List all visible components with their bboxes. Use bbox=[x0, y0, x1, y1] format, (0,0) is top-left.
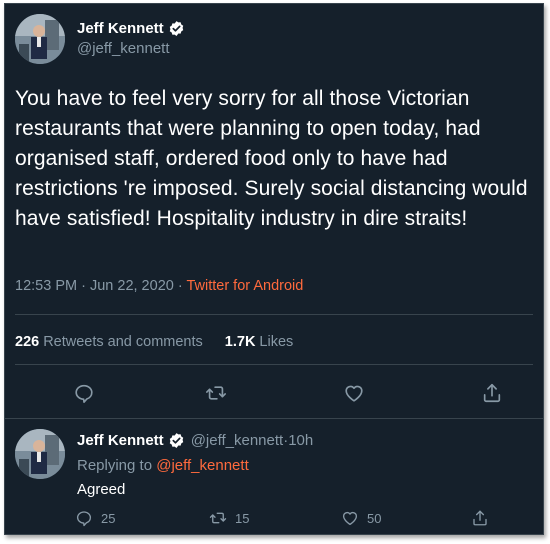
divider bbox=[5, 418, 543, 419]
name-block: Jeff Kennett @jeff_kennett bbox=[77, 20, 185, 57]
reply-handle[interactable]: @jeff_kennett bbox=[191, 432, 284, 449]
meta-separator: · bbox=[173, 278, 187, 294]
verified-badge-icon bbox=[168, 432, 185, 449]
comment-icon bbox=[76, 511, 92, 527]
reply-retweet-button[interactable]: 15 bbox=[209, 509, 249, 527]
tweet-card: Jeff Kennett @jeff_kennett You have to f… bbox=[4, 3, 544, 535]
handle[interactable]: @jeff_kennett bbox=[77, 40, 185, 57]
tweet-text: You have to feel very sorry for all thos… bbox=[15, 87, 528, 230]
retweet-icon bbox=[209, 512, 227, 524]
comment-icon[interactable] bbox=[73, 382, 95, 404]
replying-prefix: Replying to bbox=[77, 457, 157, 474]
tweet-header: Jeff Kennett @jeff_kennett bbox=[15, 14, 525, 70]
replying-mention-link[interactable]: @jeff_kennett bbox=[156, 457, 249, 474]
tweet-time[interactable]: 12:53 PM bbox=[15, 278, 77, 294]
retweets-count: 226 bbox=[15, 334, 40, 350]
reply-comment-button[interactable]: 25 bbox=[75, 509, 115, 527]
reply-actions: 25 15 50 bbox=[5, 509, 543, 531]
avatar-image bbox=[15, 429, 65, 479]
meta-separator: · bbox=[77, 278, 90, 294]
avatar-image bbox=[15, 14, 65, 64]
reply-like-button[interactable]: 50 bbox=[341, 509, 381, 527]
likes-count: 1.7K bbox=[224, 334, 256, 350]
reply-comment-count: 25 bbox=[101, 510, 116, 526]
reply-text: Agreed bbox=[77, 481, 126, 498]
share-icon[interactable] bbox=[481, 382, 503, 404]
retweets-label: Retweets and comments bbox=[43, 334, 203, 350]
likes-stat[interactable]: 1.7K Likes bbox=[225, 334, 294, 350]
reply-like-count: 50 bbox=[367, 510, 382, 526]
tweet-source-link[interactable]: Twitter for Android bbox=[186, 278, 303, 294]
heart-icon[interactable] bbox=[343, 382, 365, 404]
reply-display-name[interactable]: Jeff Kennett bbox=[77, 432, 164, 449]
divider bbox=[15, 314, 533, 315]
reply-retweet-count: 15 bbox=[235, 510, 250, 526]
retweet-icon[interactable] bbox=[205, 382, 227, 404]
verified-badge-icon bbox=[168, 20, 185, 37]
heart-icon bbox=[342, 511, 358, 526]
retweets-stat[interactable]: 226 Retweets and comments bbox=[15, 334, 203, 350]
tweet-date[interactable]: Jun 22, 2020 bbox=[90, 278, 174, 294]
divider bbox=[15, 364, 533, 365]
replying-to: Replying to @jeff_kennett bbox=[77, 457, 249, 474]
display-name[interactable]: Jeff Kennett bbox=[77, 20, 164, 37]
reply-avatar[interactable] bbox=[15, 429, 65, 479]
share-icon bbox=[473, 510, 487, 526]
reply-header: Jeff Kennett @jeff_kennett · 10h bbox=[77, 432, 313, 449]
avatar[interactable] bbox=[15, 14, 65, 64]
likes-label: Likes bbox=[259, 334, 294, 350]
tweet-meta: 12:53 PM · Jun 22, 2020 · Twitter for An… bbox=[15, 278, 303, 294]
tweet-stats: 226 Retweets and comments 1.7K Likes bbox=[15, 334, 315, 350]
reply-share-button[interactable] bbox=[471, 509, 497, 527]
reply-age[interactable]: 10h bbox=[288, 432, 313, 449]
tweet-actions bbox=[5, 374, 543, 410]
